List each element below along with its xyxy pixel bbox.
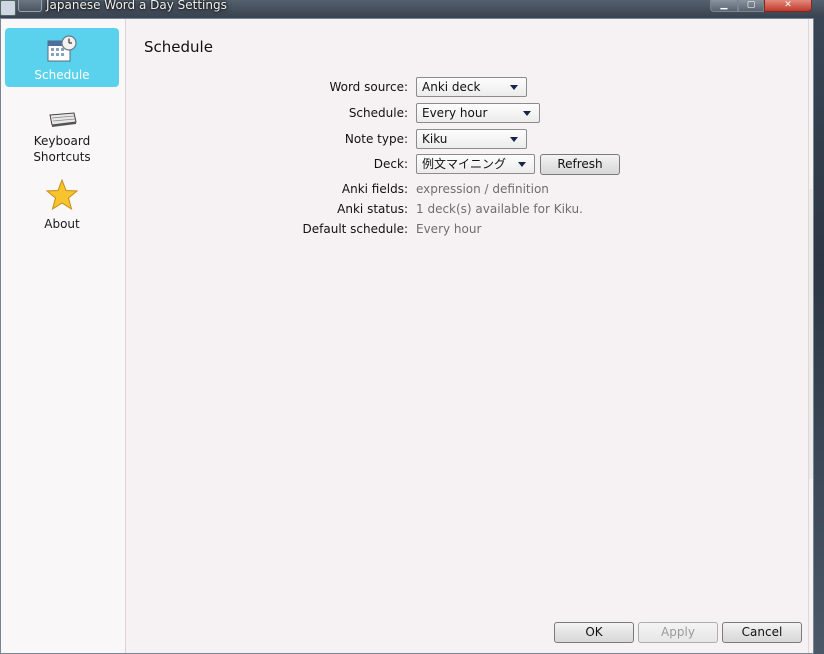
ok-button[interactable]: OK (554, 622, 634, 643)
window-title: Japanese Word a Day Settings (46, 0, 227, 12)
note-type-value: Kiku (422, 132, 448, 146)
window-frame: Japanese Word a Day Settings ▁ ▢ ✕ Sched… (0, 0, 824, 654)
sidebar-item-label-line-1: Keyboard (33, 134, 91, 148)
title-bar: Japanese Word a Day Settings ▁ ▢ ✕ (0, 0, 824, 16)
anki-status-label: Anki status: (337, 202, 408, 216)
default-schedule-label: Default schedule: (302, 222, 408, 236)
schedule-label: Schedule: (348, 106, 408, 120)
settings-dialog: Schedule Keyboard Shortcuts About Schedu… (0, 18, 814, 654)
word-source-select[interactable]: Anki deck (416, 77, 527, 97)
deck-row: Deck: 例文マイニング Refresh (126, 154, 808, 176)
anki-fields-label: Anki fields: (341, 182, 408, 196)
note-type-label: Note type: (344, 132, 408, 146)
note-type-select[interactable]: Kiku (416, 129, 527, 149)
maximize-button[interactable]: ▢ (738, 0, 764, 12)
keyboard-icon (49, 112, 77, 127)
word-source-row: Word source: Anki deck (126, 77, 808, 99)
dropdown-arrow-icon (510, 85, 518, 90)
sidebar-item-schedule[interactable]: Schedule (5, 28, 119, 87)
dropdown-arrow-icon (518, 162, 526, 167)
app-icon[interactable] (0, 0, 16, 16)
note-type-row: Note type: Kiku (126, 129, 808, 151)
sidebar-item-label: Schedule (34, 68, 90, 82)
deck-label: Deck: (373, 157, 408, 171)
default-schedule-value: Every hour (416, 222, 482, 236)
schedule-value: Every hour (422, 106, 488, 120)
minimize-button[interactable]: ▁ (710, 0, 738, 12)
system-menu-button[interactable] (18, 0, 42, 12)
page-title: Schedule (144, 38, 213, 56)
deck-value: 例文マイニング (422, 157, 507, 171)
schedule-select[interactable]: Every hour (416, 103, 540, 123)
word-source-value: Anki deck (422, 80, 481, 94)
deck-select[interactable]: 例文マイニング (416, 154, 535, 174)
star-icon (45, 179, 79, 211)
dropdown-arrow-icon (510, 137, 518, 142)
calendar-clock-icon (47, 35, 77, 62)
sidebar-item-about[interactable]: About (5, 179, 119, 235)
refresh-button[interactable]: Refresh (540, 154, 620, 175)
anki-fields-value: expression / definition (416, 182, 549, 196)
dropdown-arrow-icon (523, 111, 531, 116)
close-button[interactable]: ✕ (764, 0, 812, 12)
default-schedule-row: Default schedule: Every hour (126, 219, 808, 241)
anki-fields-row: Anki fields: expression / definition (126, 179, 808, 201)
main-panel: Schedule Word source: Anki deck Schedule… (126, 19, 808, 653)
apply-button[interactable]: Apply (638, 622, 718, 643)
scrollbar-track (809, 189, 813, 479)
sidebar-item-label: About (44, 217, 80, 231)
schedule-row: Schedule: Every hour (126, 103, 808, 125)
sidebar: Schedule Keyboard Shortcuts About (1, 19, 126, 653)
anki-status-row: Anki status: 1 deck(s) available for Kik… (126, 199, 808, 221)
sidebar-item-keyboard-shortcuts[interactable]: Keyboard Shortcuts (5, 109, 119, 169)
anki-status-value: 1 deck(s) available for Kiku. (416, 202, 583, 216)
word-source-label: Word source: (329, 80, 408, 94)
sidebar-item-label-line-2: Shortcuts (33, 150, 91, 164)
cancel-button[interactable]: Cancel (722, 622, 802, 643)
window-controls: ▁ ▢ ✕ (710, 0, 812, 12)
